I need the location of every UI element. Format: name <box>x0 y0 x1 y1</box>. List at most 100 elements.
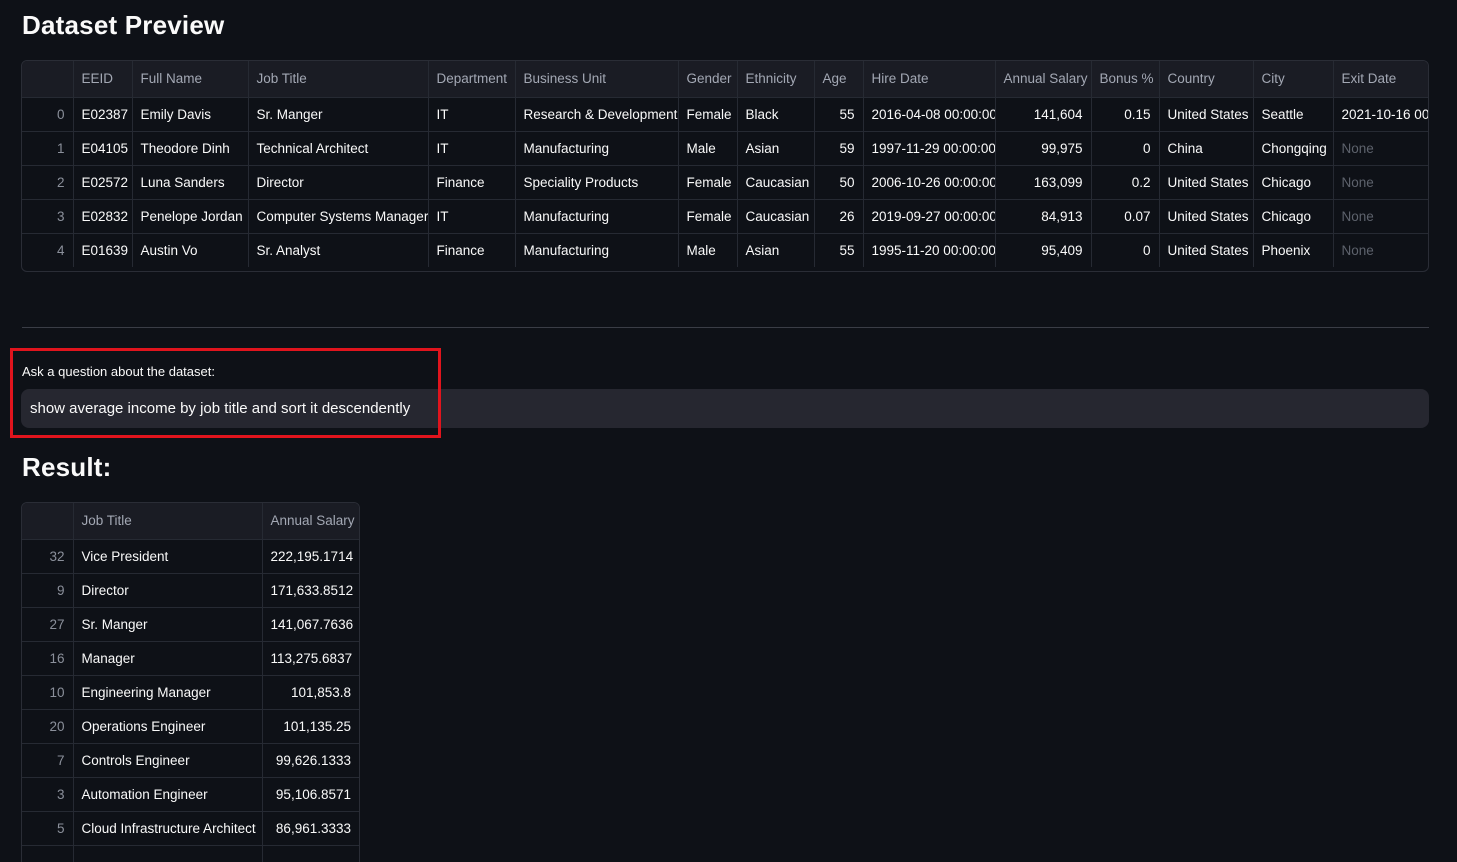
result-row-index[interactable]: 27 <box>22 607 74 642</box>
preview-cell[interactable]: E02387 <box>73 97 133 132</box>
preview-column-header[interactable]: Country <box>1159 61 1254 98</box>
preview-row-index[interactable]: 2 <box>22 165 74 200</box>
preview-cell[interactable]: 1997-11-29 00:00:00 <box>863 131 996 166</box>
question-input[interactable] <box>21 389 1429 428</box>
preview-cell[interactable]: Black <box>737 97 815 132</box>
preview-cell[interactable]: Computer Systems Manager <box>248 199 429 234</box>
preview-cell[interactable]: Chicago <box>1253 199 1334 234</box>
preview-cell[interactable]: China <box>1159 131 1254 166</box>
preview-cell[interactable]: Male <box>678 233 738 267</box>
dataset-preview-table[interactable]: EEID Full Name Job Title Department Business… <box>21 60 1429 272</box>
result-row-index[interactable]: 32 <box>22 539 74 574</box>
result-cell[interactable]: 101,135.25 <box>262 709 359 744</box>
preview-cell[interactable]: 0.15 <box>1091 97 1160 132</box>
preview-cell[interactable]: 1995-11-20 00:00:00 <box>863 233 996 267</box>
preview-cell[interactable]: IT <box>428 131 516 166</box>
preview-cell[interactable]: Technical Architect <box>248 131 429 166</box>
result-cell[interactable]: Cloud Infrastructure Architect <box>73 811 263 846</box>
preview-cell[interactable]: United States <box>1159 233 1254 267</box>
preview-column-header[interactable]: Exit Date <box>1333 61 1428 98</box>
preview-column-header[interactable]: Full Name <box>132 61 249 98</box>
result-cell[interactable]: 113,275.6837 <box>262 641 359 676</box>
result-row[interactable]: 9 Director 171,633.8512 <box>22 573 359 608</box>
preview-cell[interactable]: Asian <box>737 233 815 267</box>
preview-column-header[interactable]: Ethnicity <box>737 61 815 98</box>
preview-row[interactable]: 0 E02387 Emily Davis Sr. Manger IT Research &… <box>22 97 1428 132</box>
preview-column-header[interactable]: Hire Date <box>863 61 996 98</box>
preview-row-index[interactable]: 4 <box>22 233 74 267</box>
preview-cell[interactable]: 84,913 <box>995 199 1092 234</box>
result-column-header[interactable]: Annual Salary <box>262 503 359 540</box>
preview-cell[interactable]: Austin Vo <box>132 233 249 267</box>
preview-cell[interactable]: Caucasian <box>737 199 815 234</box>
preview-cell[interactable]: None <box>1333 199 1428 234</box>
preview-column-header[interactable]: Gender <box>678 61 738 98</box>
preview-row[interactable]: 2 E02572 Luna Sanders Director Finance Specia… <box>22 165 1428 200</box>
result-cell[interactable]: 99,626.1333 <box>262 743 359 778</box>
preview-cell[interactable]: Emily Davis <box>132 97 249 132</box>
preview-cell[interactable]: Manufacturing <box>515 233 679 267</box>
preview-cell[interactable]: Asian <box>737 131 815 166</box>
preview-cell[interactable]: 163,099 <box>995 165 1092 200</box>
preview-cell[interactable]: United States <box>1159 165 1254 200</box>
preview-row-index[interactable]: 0 <box>22 97 74 132</box>
result-row-index[interactable]: 20 <box>22 709 74 744</box>
preview-cell[interactable]: None <box>1333 131 1428 166</box>
preview-cell[interactable]: 2021-10-16 00:00:00 <box>1333 97 1428 132</box>
preview-cell[interactable]: Finance <box>428 165 516 200</box>
preview-column-header[interactable]: Bonus % <box>1091 61 1160 98</box>
preview-cell[interactable]: Seattle <box>1253 97 1334 132</box>
result-row[interactable]: 32 Vice President 222,195.1714 <box>22 539 359 574</box>
result-row-index[interactable]: 9 <box>22 573 74 608</box>
preview-cell[interactable]: Director <box>248 165 429 200</box>
result-cell[interactable]: Engineering Manager <box>73 675 263 710</box>
preview-cell[interactable]: 50 <box>814 165 864 200</box>
preview-column-header[interactable]: Age <box>814 61 864 98</box>
preview-cell[interactable]: 0.2 <box>1091 165 1160 200</box>
preview-cell[interactable]: Speciality Products <box>515 165 679 200</box>
preview-index-header[interactable] <box>22 61 74 98</box>
result-cell[interactable]: Vice President <box>73 539 263 574</box>
result-table[interactable]: Job Title Annual Salary 32 Vice President 2… <box>21 502 360 862</box>
preview-cell[interactable]: Female <box>678 97 738 132</box>
preview-cell[interactable]: Female <box>678 199 738 234</box>
result-cell[interactable] <box>73 845 263 862</box>
preview-cell[interactable]: 55 <box>814 97 864 132</box>
preview-column-header[interactable]: EEID <box>73 61 133 98</box>
preview-row[interactable]: 1 E04105 Theodore Dinh Technical Architect I… <box>22 131 1428 166</box>
result-row-index[interactable]: 3 <box>22 777 74 812</box>
result-row[interactable]: 16 Manager 113,275.6837 <box>22 641 359 676</box>
preview-cell[interactable]: 99,975 <box>995 131 1092 166</box>
preview-cell[interactable]: Male <box>678 131 738 166</box>
preview-cell[interactable]: Finance <box>428 233 516 267</box>
result-cell[interactable]: 222,195.1714 <box>262 539 359 574</box>
result-index-header[interactable] <box>22 503 74 540</box>
result-row-index[interactable]: 16 <box>22 641 74 676</box>
preview-column-header[interactable]: Business Unit <box>515 61 679 98</box>
preview-cell[interactable]: None <box>1333 233 1428 267</box>
preview-cell[interactable]: Manufacturing <box>515 131 679 166</box>
preview-row[interactable]: 3 E02832 Penelope Jordan Computer Systems M… <box>22 199 1428 234</box>
result-row[interactable]: 3 Automation Engineer 95,106.8571 <box>22 777 359 812</box>
preview-cell[interactable]: E02572 <box>73 165 133 200</box>
preview-cell[interactable]: 26 <box>814 199 864 234</box>
preview-cell[interactable]: 55 <box>814 233 864 267</box>
result-cell[interactable]: Sr. Manger <box>73 607 263 642</box>
preview-cell[interactable]: United States <box>1159 97 1254 132</box>
result-row[interactable]: 7 Controls Engineer 99,626.1333 <box>22 743 359 778</box>
result-row-index[interactable] <box>22 845 74 862</box>
preview-cell[interactable]: 0 <box>1091 131 1160 166</box>
preview-cell[interactable]: Penelope Jordan <box>132 199 249 234</box>
result-cell[interactable]: 141,067.7636 <box>262 607 359 642</box>
preview-cell[interactable]: 95,409 <box>995 233 1092 267</box>
result-cell[interactable]: 171,633.8512 <box>262 573 359 608</box>
result-cell[interactable]: 95,106.8571 <box>262 777 359 812</box>
result-row[interactable]: 20 Operations Engineer 101,135.25 <box>22 709 359 744</box>
preview-cell[interactable]: Chongqing <box>1253 131 1334 166</box>
result-cell[interactable]: 86,961.3333 <box>262 811 359 846</box>
result-cell[interactable]: Automation Engineer <box>73 777 263 812</box>
preview-cell[interactable]: 2006-10-26 00:00:00 <box>863 165 996 200</box>
result-cell[interactable]: Controls Engineer <box>73 743 263 778</box>
preview-cell[interactable]: 2019-09-27 00:00:00 <box>863 199 996 234</box>
result-row[interactable]: 5 Cloud Infrastructure Architect 86,961.33… <box>22 811 359 846</box>
